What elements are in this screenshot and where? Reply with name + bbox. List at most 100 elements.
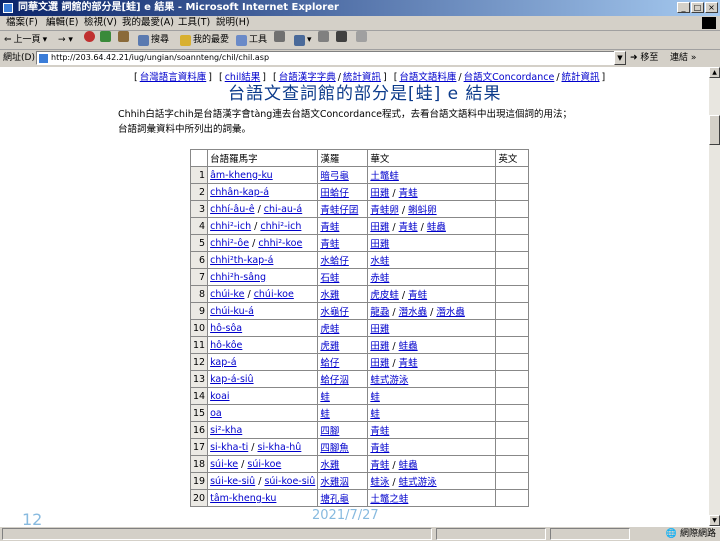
hanlo-link[interactable]: 青蛙 [320, 222, 339, 233]
menu-file[interactable]: 檔案(F) [6, 16, 38, 30]
hua-link[interactable]: 蛙蟲 [399, 460, 418, 471]
address-input[interactable]: http://203.64.42.21/iug/ungian/soannteng… [36, 51, 626, 65]
hua-link[interactable]: 赤蛙 [370, 273, 389, 284]
minimize-button[interactable]: _ [677, 2, 690, 13]
hua-link[interactable]: 青蛙卵 [370, 205, 399, 216]
roman-link[interactable]: chúi-ke [210, 289, 244, 300]
hua-link[interactable]: 龍蝨 [370, 307, 389, 318]
hua-link[interactable]: 蛙泳 [370, 477, 389, 488]
hua-link[interactable]: 青蛙 [399, 222, 418, 233]
hanlo-link[interactable]: 四腳 [320, 426, 339, 437]
stop-button[interactable] [84, 31, 95, 42]
go-button[interactable]: ➜ 移至 [630, 50, 658, 66]
roman-link[interactable]: súi-koe [247, 459, 281, 470]
close-button[interactable]: × [705, 2, 718, 13]
search-button[interactable]: 搜尋 [138, 31, 169, 49]
hanlo-link[interactable]: 虎雞 [320, 341, 339, 352]
hanlo-link[interactable]: 四腳魚 [320, 443, 349, 454]
roman-link[interactable]: hô-kôe [210, 340, 242, 351]
menu-help[interactable]: 說明(H) [216, 16, 250, 30]
roman-link[interactable]: âm-kheng-ku [210, 170, 273, 181]
hua-link[interactable]: 青蛙 [408, 290, 427, 301]
roman-link[interactable]: hô-sôa [210, 323, 242, 334]
hua-link[interactable]: 潛水蟲 [436, 307, 465, 318]
hua-link[interactable]: 蛙 [370, 392, 380, 403]
hanlo-link[interactable]: 蛤仔泅 [320, 375, 349, 386]
tools-button[interactable]: 工具 [236, 31, 267, 49]
print-button[interactable] [318, 31, 329, 42]
hua-link[interactable]: 蛙蟲 [427, 222, 446, 233]
roman-link[interactable]: chúi-ku-á [210, 306, 254, 317]
edit-button[interactable] [336, 31, 347, 42]
scroll-down-arrow[interactable]: ▼ [709, 515, 720, 526]
hanlo-link[interactable]: 水龜仔 [320, 307, 349, 318]
hua-link[interactable]: 虎皮蛙 [370, 290, 399, 301]
hua-link[interactable]: 潛水蟲 [399, 307, 428, 318]
roman-link[interactable]: chhi²th-kap-á [210, 255, 273, 266]
roman-link[interactable]: chúi-koe [254, 289, 294, 300]
scroll-up-arrow[interactable]: ▲ [709, 67, 720, 78]
scroll-thumb[interactable] [709, 115, 720, 145]
maximize-button[interactable]: □ [691, 2, 704, 13]
hanlo-link[interactable]: 水雞 [320, 460, 339, 471]
home-button[interactable] [118, 31, 129, 42]
hanlo-link[interactable]: 蛤仔 [320, 358, 339, 369]
hanlo-link[interactable]: 蛙 [320, 409, 330, 420]
roman-link[interactable]: súi-ke [210, 459, 238, 470]
menu-favorites[interactable]: 我的最愛(A) [122, 16, 174, 30]
discuss-button[interactable] [356, 31, 367, 42]
hua-link[interactable]: 青蛙 [399, 188, 418, 199]
back-button[interactable]: ⇐ 上一頁 ▾ [4, 31, 47, 49]
hanlo-link[interactable]: 蛙 [320, 392, 330, 403]
hua-link[interactable]: 田雞 [370, 222, 389, 233]
hanlo-link[interactable]: 青蛙 [320, 239, 339, 250]
hua-link[interactable]: 青蛙 [370, 443, 389, 454]
roman-link[interactable]: si-kha-ti [210, 442, 248, 453]
roman-link[interactable]: koai [210, 391, 229, 402]
hanlo-link[interactable]: 水雞泅 [320, 477, 349, 488]
hua-link[interactable]: 蛙蟲 [399, 341, 418, 352]
roman-link[interactable]: chhi²-koe [258, 238, 302, 249]
hua-link[interactable]: 青蛙 [370, 460, 389, 471]
menu-view[interactable]: 檢視(V) [84, 16, 117, 30]
roman-link[interactable]: si²-kha [210, 425, 242, 436]
mail-button[interactable]: ▾ [294, 31, 312, 49]
history-button[interactable] [274, 31, 285, 42]
hua-link[interactable]: 蛙式游泳 [399, 477, 437, 488]
roman-link[interactable]: si-kha-hû [258, 442, 302, 453]
vertical-scrollbar[interactable]: ▲ ▼ [709, 67, 720, 526]
hua-link[interactable]: 水蛙 [370, 256, 389, 267]
hua-link[interactable]: 蛙 [370, 409, 380, 420]
links-button[interactable]: 連結 » [670, 50, 696, 66]
roman-link[interactable]: súi-ke-siû [210, 476, 255, 487]
hanlo-link[interactable]: 水蛤仔 [320, 256, 349, 267]
hua-link[interactable]: 土鼈之蛙 [370, 494, 408, 505]
hua-link[interactable]: 田雞 [370, 358, 389, 369]
hanlo-link[interactable]: 石蛙 [320, 273, 339, 284]
refresh-button[interactable] [100, 31, 111, 42]
hua-link[interactable]: 青蛙 [370, 426, 389, 437]
roman-link[interactable]: chhi²h-sâng [210, 272, 266, 283]
roman-link[interactable]: chhi²-ich [260, 221, 301, 232]
address-dropdown-button[interactable]: ▼ [614, 51, 626, 65]
nav-link-database[interactable]: 台灣語言資料庫 [140, 72, 207, 83]
roman-link[interactable]: kap-á-siû [210, 374, 253, 385]
roman-link[interactable]: chhi²-ich [210, 221, 251, 232]
hanlo-link[interactable]: 青蛙仔囝 [320, 205, 358, 216]
hua-link[interactable]: 蛙式游泳 [370, 375, 408, 386]
hanlo-link[interactable]: 田蛤仔 [320, 188, 349, 199]
menu-edit[interactable]: 編輯(E) [46, 16, 78, 30]
hua-link[interactable]: 田雞 [370, 188, 389, 199]
hanlo-link[interactable]: 水雞 [320, 290, 339, 301]
menu-tools[interactable]: 工具(T) [178, 16, 210, 30]
roman-link[interactable]: kap-á [210, 357, 236, 368]
hua-link[interactable]: 青蛙 [399, 358, 418, 369]
roman-link[interactable]: chhí-âu-ê [210, 204, 254, 215]
roman-link[interactable]: chhi²-ôe [210, 238, 249, 249]
roman-link[interactable]: oa [210, 408, 222, 419]
favorites-button[interactable]: 我的最愛 [180, 31, 229, 49]
roman-link[interactable]: chi-au-á [264, 204, 302, 215]
hua-link[interactable]: 蝌蚪卵 [408, 205, 437, 216]
roman-link[interactable]: tâm-kheng-ku [210, 493, 276, 504]
hua-link[interactable]: 田雞 [370, 341, 389, 352]
